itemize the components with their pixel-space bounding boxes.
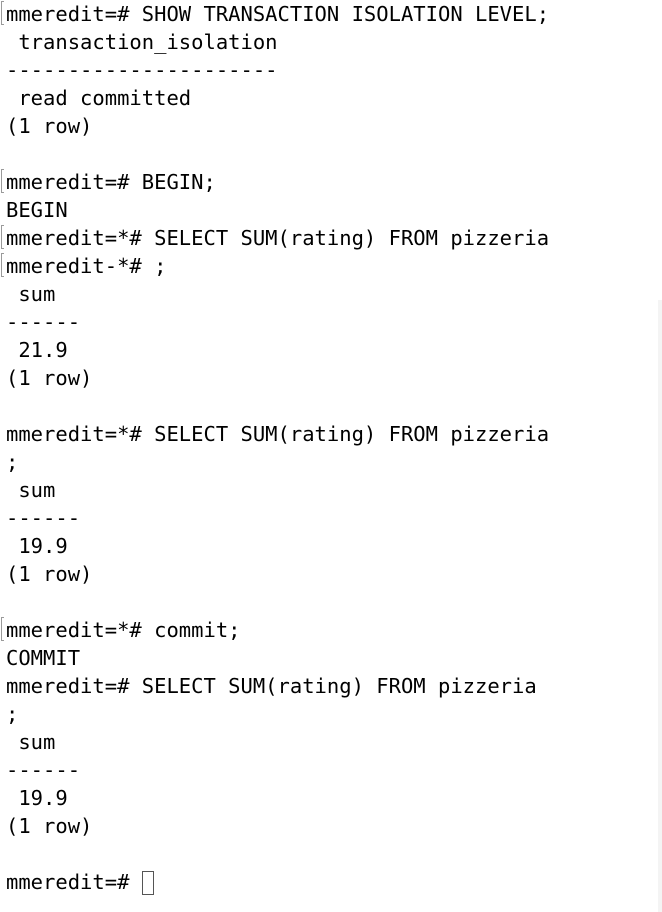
line-text: ------ bbox=[6, 310, 81, 334]
line-text: mmeredit=# SELECT SUM(rating) FROM pizze… bbox=[6, 674, 537, 698]
terminal-window[interactable]: mmeredit=# SHOW TRANSACTION ISOLATION LE… bbox=[0, 0, 662, 912]
terminal-line: 19.9 bbox=[6, 784, 549, 812]
line-text: mmeredit=*# SELECT SUM(rating) FROM pizz… bbox=[6, 422, 550, 446]
terminal-line: ; bbox=[6, 700, 549, 728]
terminal-line: ------ bbox=[6, 756, 549, 784]
line-text: BEGIN bbox=[6, 198, 68, 222]
line-text: mmeredit=# SHOW TRANSACTION ISOLATION LE… bbox=[6, 2, 550, 26]
terminal-line: (1 row) bbox=[6, 112, 549, 140]
line-text: mmeredit=# BEGIN; bbox=[6, 170, 216, 194]
terminal-line: read committed bbox=[6, 84, 549, 112]
line-text: sum bbox=[6, 478, 56, 502]
line-text: (1 row) bbox=[6, 814, 93, 838]
terminal-line: sum bbox=[6, 476, 549, 504]
line-text: sum bbox=[6, 282, 56, 306]
terminal-line: mmeredit=*# commit; bbox=[1, 616, 549, 644]
line-text: sum bbox=[6, 730, 56, 754]
terminal-line: transaction_isolation bbox=[6, 28, 549, 56]
line-text: read committed bbox=[6, 86, 192, 110]
terminal-line: (1 row) bbox=[6, 364, 549, 392]
line-text: mmeredit=*# commit; bbox=[6, 618, 241, 642]
terminal-line: mmeredit=*# SELECT SUM(rating) FROM pizz… bbox=[1, 224, 550, 252]
terminal-line: sum bbox=[6, 728, 549, 756]
scrollbar-track[interactable] bbox=[658, 300, 662, 912]
terminal-line: mmeredit-*# ; bbox=[1, 252, 549, 280]
terminal-line: mmeredit=*# SELECT SUM(rating) FROM pizz… bbox=[6, 420, 549, 448]
line-text: ---------------------- bbox=[6, 58, 278, 82]
line-text: ; bbox=[6, 450, 19, 474]
line-text: ------ bbox=[6, 758, 81, 782]
line-text: transaction_isolation bbox=[6, 30, 278, 54]
line-text: (1 row) bbox=[6, 562, 93, 586]
terminal-output: mmeredit=# SHOW TRANSACTION ISOLATION LE… bbox=[1, 0, 550, 896]
line-text: 19.9 bbox=[6, 534, 68, 558]
terminal-line: mmeredit=# SHOW TRANSACTION ISOLATION LE… bbox=[1, 0, 550, 28]
terminal-line: mmeredit=# BEGIN; bbox=[1, 168, 549, 196]
terminal-line: 21.9 bbox=[6, 336, 549, 364]
line-text: COMMIT bbox=[6, 646, 81, 670]
terminal-line: mmeredit=# SELECT SUM(rating) FROM pizze… bbox=[6, 672, 549, 700]
terminal-line: ------ bbox=[6, 308, 549, 336]
terminal-prompt-line[interactable]: mmeredit=# bbox=[6, 868, 549, 896]
prompt-text: mmeredit=# bbox=[6, 870, 142, 894]
line-text: ------ bbox=[6, 506, 81, 530]
line-text: mmeredit-*# ; bbox=[6, 254, 167, 278]
terminal-line: sum bbox=[6, 280, 549, 308]
line-text: mmeredit=*# SELECT SUM(rating) FROM pizz… bbox=[6, 226, 550, 250]
line-text: 21.9 bbox=[6, 338, 68, 362]
line-text: (1 row) bbox=[6, 114, 93, 138]
line-text: (1 row) bbox=[6, 366, 93, 390]
terminal-line: ---------------------- bbox=[6, 56, 549, 84]
terminal-line: ------ bbox=[6, 504, 549, 532]
line-text: 19.9 bbox=[6, 786, 68, 810]
terminal-line: BEGIN bbox=[6, 196, 549, 224]
terminal-line: (1 row) bbox=[6, 812, 549, 840]
terminal-line: (1 row) bbox=[6, 560, 549, 588]
terminal-line: COMMIT bbox=[6, 644, 549, 672]
line-text: ; bbox=[6, 702, 19, 726]
terminal-line: ; bbox=[6, 448, 549, 476]
terminal-line: 19.9 bbox=[6, 532, 549, 560]
text-cursor[interactable] bbox=[141, 871, 154, 895]
